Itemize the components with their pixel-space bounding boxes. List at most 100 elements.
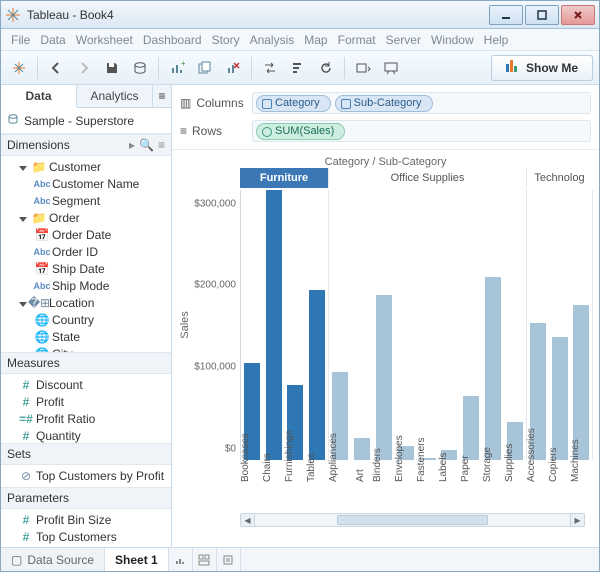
sort-button[interactable]: [286, 56, 310, 80]
maximize-button[interactable]: [525, 5, 559, 25]
bar[interactable]: [354, 438, 370, 460]
duplicate-sheet-button[interactable]: [193, 56, 217, 80]
clear-sheet-button[interactable]: [221, 56, 245, 80]
save-button[interactable]: [100, 56, 124, 80]
scroll-right-icon[interactable]: ▸: [570, 514, 584, 526]
field-ship-date[interactable]: 📅Ship Date: [1, 260, 171, 277]
sets-header[interactable]: Sets: [1, 443, 171, 465]
tab-datasource[interactable]: ▢ Data Source: [1, 548, 105, 571]
refresh-button[interactable]: [314, 56, 338, 80]
category-header[interactable]: Office Supplies: [328, 168, 526, 188]
bars-area[interactable]: [240, 190, 593, 460]
shelves: ▥Columns Category Sub-Category ≡Rows SUM…: [172, 85, 599, 150]
tab-options-icon[interactable]: ≡: [153, 85, 171, 107]
datasource-item[interactable]: Sample - Superstore: [1, 108, 171, 134]
bar-column: [460, 190, 482, 460]
bar[interactable]: [485, 277, 501, 460]
dimensions-options-icon[interactable]: ≡: [158, 138, 165, 152]
new-worksheet-tab-button[interactable]: [169, 548, 193, 571]
side-tabs: Data Analytics ≡: [1, 85, 171, 108]
field-discount[interactable]: #Discount: [1, 376, 171, 393]
field-country[interactable]: 🌐Country: [1, 311, 171, 328]
new-dashboard-tab-button[interactable]: [193, 548, 217, 571]
menu-worksheet[interactable]: Worksheet: [76, 33, 133, 47]
field-quantity[interactable]: #Quantity: [1, 427, 171, 443]
presentation-mode-button[interactable]: [379, 56, 403, 80]
field-order-id[interactable]: AbcOrder ID: [1, 243, 171, 260]
menu-data[interactable]: Data: [40, 33, 65, 47]
back-button[interactable]: [44, 56, 68, 80]
category-headers: FurnitureOffice SuppliesTechnolog: [240, 168, 593, 188]
field-profit-ratio[interactable]: =#Profit Ratio: [1, 410, 171, 427]
field-segment[interactable]: AbcSegment: [1, 192, 171, 209]
menu-file[interactable]: File: [11, 33, 30, 47]
menu-window[interactable]: Window: [431, 33, 474, 47]
dimensions-header[interactable]: Dimensions ▸ 🔍 ≡: [1, 134, 171, 156]
string-icon: Abc: [35, 281, 49, 291]
param-profit-bin[interactable]: #Profit Bin Size: [1, 511, 171, 528]
menu-server[interactable]: Server: [386, 33, 421, 47]
date-icon: 📅: [35, 262, 49, 276]
x-label: Paper: [460, 460, 482, 471]
field-ship-mode[interactable]: AbcShip Mode: [1, 277, 171, 294]
set-top-customers-profit[interactable]: ⊘Top Customers by Profit: [1, 467, 171, 484]
folder-location[interactable]: �⊞Location: [1, 294, 171, 311]
x-label: Machines: [570, 460, 592, 471]
bar[interactable]: [309, 290, 325, 460]
minimize-button[interactable]: [489, 5, 523, 25]
pill-sum-sales[interactable]: SUM(Sales): [256, 123, 345, 140]
bar[interactable]: [266, 190, 282, 460]
parameters-header[interactable]: Parameters: [1, 487, 171, 509]
field-profit[interactable]: #Profit: [1, 393, 171, 410]
horizontal-scrollbar[interactable]: ◂ ▸: [240, 513, 585, 527]
pill-category[interactable]: Category: [256, 95, 331, 112]
new-worksheet-button[interactable]: +: [165, 56, 189, 80]
menu-story[interactable]: Story: [212, 33, 240, 47]
new-datasource-button[interactable]: [128, 56, 152, 80]
fit-dropdown[interactable]: [351, 56, 375, 80]
new-story-tab-button[interactable]: [217, 548, 241, 571]
field-order-date[interactable]: 📅Order Date: [1, 226, 171, 243]
field-customer-name[interactable]: AbcCustomer Name: [1, 175, 171, 192]
bar[interactable]: [463, 396, 479, 460]
rows-shelf[interactable]: ≡Rows SUM(Sales): [180, 119, 591, 143]
menu-dashboard[interactable]: Dashboard: [143, 33, 202, 47]
x-axis: BookcasesChairsFurnishingsTablesApplianc…: [240, 460, 593, 471]
columns-shelf[interactable]: ▥Columns Category Sub-Category: [180, 91, 591, 115]
swap-axes-button[interactable]: [258, 56, 282, 80]
bar-column: [285, 190, 307, 460]
close-button[interactable]: [561, 5, 595, 25]
show-me-label: Show Me: [526, 61, 578, 75]
menu-format[interactable]: Format: [338, 33, 376, 47]
scroll-left-icon[interactable]: ◂: [241, 514, 255, 526]
folder-order[interactable]: 📁Order: [1, 209, 171, 226]
menu-analysis[interactable]: Analysis: [250, 33, 295, 47]
search-icon[interactable]: 🔍: [139, 138, 154, 152]
bar[interactable]: [376, 295, 392, 460]
number-icon: #: [19, 513, 33, 527]
category-header[interactable]: Furniture: [240, 168, 328, 188]
menu-help[interactable]: Help: [484, 33, 509, 47]
tab-sheet-1[interactable]: Sheet 1: [105, 548, 169, 571]
param-top-customers[interactable]: #Top Customers: [1, 528, 171, 545]
date-icon: 📅: [35, 228, 49, 242]
forward-button[interactable]: [72, 56, 96, 80]
bar-column: [549, 190, 571, 460]
measures-header[interactable]: Measures: [1, 352, 171, 374]
field-state[interactable]: 🌐State: [1, 328, 171, 345]
tab-data[interactable]: Data: [1, 85, 77, 108]
scroll-thumb[interactable]: [337, 515, 488, 525]
show-me-button[interactable]: Show Me: [491, 55, 593, 81]
bar[interactable]: [552, 337, 568, 460]
menu-bar: File Data Worksheet Dashboard Story Anal…: [1, 29, 599, 51]
bar[interactable]: [573, 305, 589, 460]
pill-subcategory[interactable]: Sub-Category: [335, 95, 433, 112]
tableau-start-icon[interactable]: [7, 56, 31, 80]
menu-map[interactable]: Map: [304, 33, 327, 47]
show-me-bars-icon: [506, 60, 518, 75]
category-header[interactable]: Technolog: [526, 168, 592, 188]
field-city[interactable]: 🌐City: [1, 345, 171, 352]
tab-analytics[interactable]: Analytics: [77, 85, 153, 107]
folder-customer[interactable]: 📁Customer: [1, 158, 171, 175]
dimensions-menu-icon[interactable]: ▸: [129, 138, 135, 152]
